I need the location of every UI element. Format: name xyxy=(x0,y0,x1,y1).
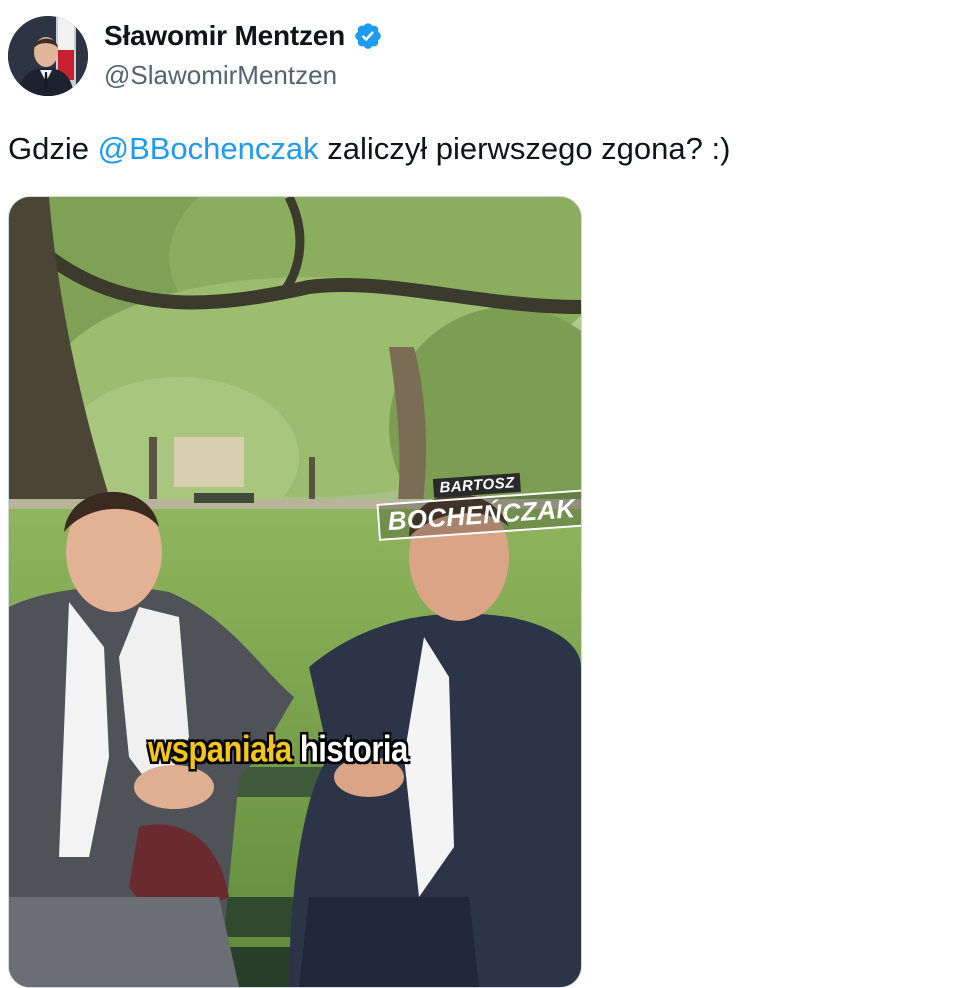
author-display-name[interactable]: Sławomir Mentzen xyxy=(104,20,345,52)
tweet: Sławomir Mentzen @SlawomirMentzen Gdzie … xyxy=(0,0,974,988)
tweet-text: Gdzie @BBochenczak zaliczył pierwszego z… xyxy=(8,130,730,168)
mention-link[interactable]: @BBochenczak xyxy=(98,131,319,166)
tweet-text-end: zaliczył pierwszego zgona? :) xyxy=(318,131,731,166)
tweet-media-video[interactable]: BARTOSZ BOCHEŃCZAK xyxy=(8,196,582,988)
tweet-text-start: Gdzie xyxy=(8,131,98,166)
subtitle-rest: historia xyxy=(299,728,408,770)
author-avatar[interactable] xyxy=(8,16,88,96)
subtitle-highlight: wspaniała xyxy=(148,728,292,770)
author-name-row: Sławomir Mentzen xyxy=(104,18,383,54)
author-handle[interactable]: @SlawomirMentzen xyxy=(104,60,337,91)
video-thumbnail-image xyxy=(9,197,581,987)
verified-badge-icon xyxy=(353,21,383,51)
video-subtitle: wspaniała historia xyxy=(148,728,408,771)
